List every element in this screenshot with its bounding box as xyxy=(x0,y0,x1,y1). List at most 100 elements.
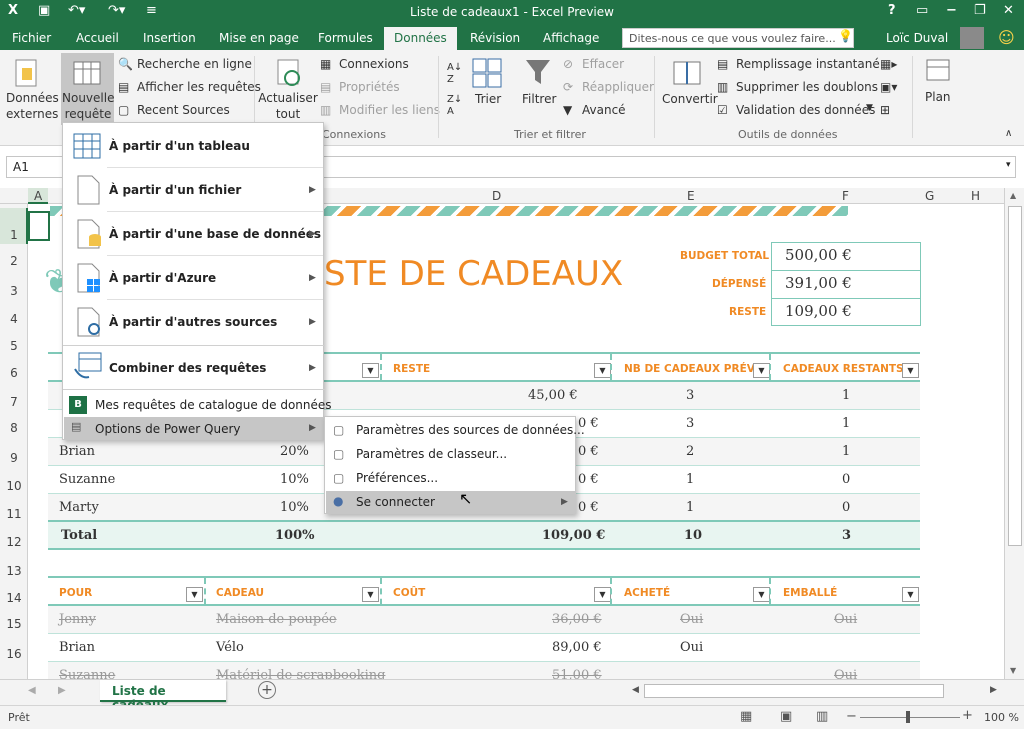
vertical-scrollbar[interactable]: ▲ ▼ xyxy=(1004,188,1024,679)
supprimer-doublons-button[interactable]: Supprimer les doublons xyxy=(736,80,878,94)
row-header[interactable]: 3 xyxy=(0,284,28,298)
convertir-button[interactable]: Convertir xyxy=(662,92,718,106)
tab-revision[interactable]: Révision xyxy=(470,31,520,45)
t2-cadeau[interactable]: Vélo xyxy=(216,640,244,655)
scroll-up-icon[interactable]: ▲ xyxy=(1010,191,1016,200)
consolidate-icon[interactable]: ▦▸ xyxy=(880,57,897,71)
filter-dropdown-icon[interactable]: ▼ xyxy=(753,587,770,602)
add-sheet-icon[interactable]: + xyxy=(258,681,276,699)
menu-item-base-de-donnees[interactable]: À partir d'une base de données xyxy=(109,227,321,241)
t2-cadeau[interactable]: Maison de poupée xyxy=(216,612,337,627)
column-header-f[interactable]: F xyxy=(842,189,849,203)
sheet-tab-liste-de-cadeaux[interactable]: Liste de cadeaux xyxy=(100,680,226,712)
t2-pour[interactable]: Suzanne xyxy=(59,668,115,679)
t1-reste[interactable]: 0 € xyxy=(578,500,599,515)
submenu-item-parametres-sources[interactable]: Paramètres des sources de données... xyxy=(356,423,585,437)
zoom-in-icon[interactable]: + xyxy=(962,708,973,723)
t1-pct[interactable]: 20% xyxy=(280,444,309,459)
scroll-down-icon[interactable]: ▼ xyxy=(1010,666,1016,675)
t2-cout[interactable]: 89,00 € xyxy=(552,640,602,655)
normal-view-icon[interactable]: ▦ xyxy=(740,709,752,724)
total-reste[interactable]: 109,00 € xyxy=(542,528,605,543)
help-icon[interactable]: ? xyxy=(888,3,896,18)
t1-nb[interactable]: 2 xyxy=(686,444,694,459)
total-pct[interactable]: 100% xyxy=(275,528,315,543)
column-header-g[interactable]: G xyxy=(925,189,934,203)
t1-restants[interactable]: 0 xyxy=(842,500,850,515)
row-header[interactable]: 7 xyxy=(0,395,28,409)
t1-restants[interactable]: 1 xyxy=(842,444,850,459)
filter-dropdown-icon[interactable]: ▼ xyxy=(753,363,770,378)
menu-item-azure[interactable]: À partir d'Azure xyxy=(109,271,216,285)
t2-achete[interactable]: Oui xyxy=(680,640,703,655)
page-break-view-icon[interactable]: ▥ xyxy=(816,709,828,724)
zoom-slider[interactable] xyxy=(860,717,960,718)
row-header[interactable]: 4 xyxy=(0,312,28,326)
column-header-e[interactable]: E xyxy=(687,189,695,203)
donnees-externes-button[interactable]: Données externes xyxy=(6,90,59,122)
row-header[interactable]: 8 xyxy=(0,421,28,435)
column-header-h[interactable]: H xyxy=(971,189,980,203)
t2-cadeau[interactable]: Matériel de scrapbooking xyxy=(216,668,385,679)
t1-name[interactable]: Suzanne xyxy=(59,472,115,487)
filter-dropdown-icon[interactable]: ▼ xyxy=(902,587,919,602)
tab-fichier[interactable]: Fichier xyxy=(12,31,51,45)
column-header-d[interactable]: D xyxy=(492,189,501,203)
relationships-icon[interactable]: ⊞ xyxy=(880,103,890,117)
zoom-out-icon[interactable]: − xyxy=(846,709,857,724)
t1-restants[interactable]: 0 xyxy=(842,472,850,487)
active-cell-a1[interactable] xyxy=(28,211,50,241)
tell-me-input[interactable]: Dites-nous ce que vous voulez faire... xyxy=(622,28,854,48)
ribbon-options-icon[interactable]: ▭ xyxy=(916,3,928,18)
menu-item-catalogue[interactable]: Mes requêtes de catalogue de données xyxy=(95,398,332,412)
t1-name[interactable]: Marty xyxy=(59,500,99,515)
t1-nb[interactable]: 1 xyxy=(686,500,694,515)
filter-dropdown-icon[interactable]: ▼ xyxy=(902,363,919,378)
t1-reste[interactable]: 45,00 € xyxy=(528,388,578,403)
filter-dropdown-icon[interactable]: ▼ xyxy=(362,587,379,602)
actualiser-tout-button[interactable]: Actualiser tout xyxy=(258,90,318,122)
next-sheet-icon[interactable]: ▶ xyxy=(58,685,66,696)
filtrer-button[interactable]: Filtrer xyxy=(522,92,556,106)
recherche-en-ligne-button[interactable]: Recherche en ligne xyxy=(137,57,252,71)
chevron-down-icon[interactable]: ▼ xyxy=(866,103,873,113)
sort-az-icon[interactable]: A↓ Z xyxy=(447,62,462,86)
smiley-feedback-icon[interactable]: ☺ xyxy=(998,28,1015,47)
t2-emballe[interactable]: Oui xyxy=(834,668,857,679)
connexions-button[interactable]: Connexions xyxy=(339,57,409,71)
reste-value[interactable]: 109,00 € xyxy=(785,302,852,320)
t2-pour[interactable]: Brian xyxy=(59,640,95,655)
user-name[interactable]: Loïc Duval xyxy=(886,31,948,45)
menu-item-combiner-requetes[interactable]: Combiner des requêtes xyxy=(109,361,266,375)
filter-dropdown-icon[interactable]: ▼ xyxy=(362,363,379,378)
minimize-icon[interactable]: − xyxy=(946,3,957,18)
scroll-right-icon[interactable]: ▶ xyxy=(990,685,997,695)
restore-icon[interactable]: ❐ xyxy=(974,3,986,18)
depense-value[interactable]: 391,00 € xyxy=(785,274,852,292)
menu-item-fichier[interactable]: À partir d'un fichier xyxy=(109,183,241,197)
t1-reste[interactable]: 0 € xyxy=(578,444,599,459)
close-icon[interactable]: ✕ xyxy=(1003,3,1014,18)
proprietes-button[interactable]: Propriétés xyxy=(339,80,400,94)
row-header[interactable]: 12 xyxy=(0,535,28,549)
row-header[interactable]: 15 xyxy=(0,617,28,631)
sort-za-icon[interactable]: Z↓ A xyxy=(447,94,462,118)
plan-button[interactable]: Plan xyxy=(925,90,951,104)
tab-insertion[interactable]: Insertion xyxy=(143,31,196,45)
row-header[interactable]: 10 xyxy=(0,479,28,493)
effacer-button[interactable]: Effacer xyxy=(582,57,624,71)
row-header[interactable]: 6 xyxy=(0,366,28,380)
what-if-icon[interactable]: ▣▾ xyxy=(880,80,897,94)
trier-button[interactable]: Trier xyxy=(475,92,501,106)
expand-formula-bar-icon[interactable]: ▾ xyxy=(1006,160,1011,170)
t1-nb[interactable]: 3 xyxy=(686,388,694,403)
t2-cout[interactable]: 36,00 € xyxy=(552,612,602,627)
t1-nb[interactable]: 3 xyxy=(686,416,694,431)
t1-pct[interactable]: 10% xyxy=(280,500,309,515)
avance-button[interactable]: Avancé xyxy=(582,103,626,117)
row-header[interactable]: 2 xyxy=(0,254,28,268)
remplissage-button[interactable]: Remplissage instantané xyxy=(736,57,880,71)
filter-dropdown-icon[interactable]: ▼ xyxy=(594,363,611,378)
t1-restants[interactable]: 1 xyxy=(842,416,850,431)
tab-affichage[interactable]: Affichage xyxy=(543,31,599,45)
